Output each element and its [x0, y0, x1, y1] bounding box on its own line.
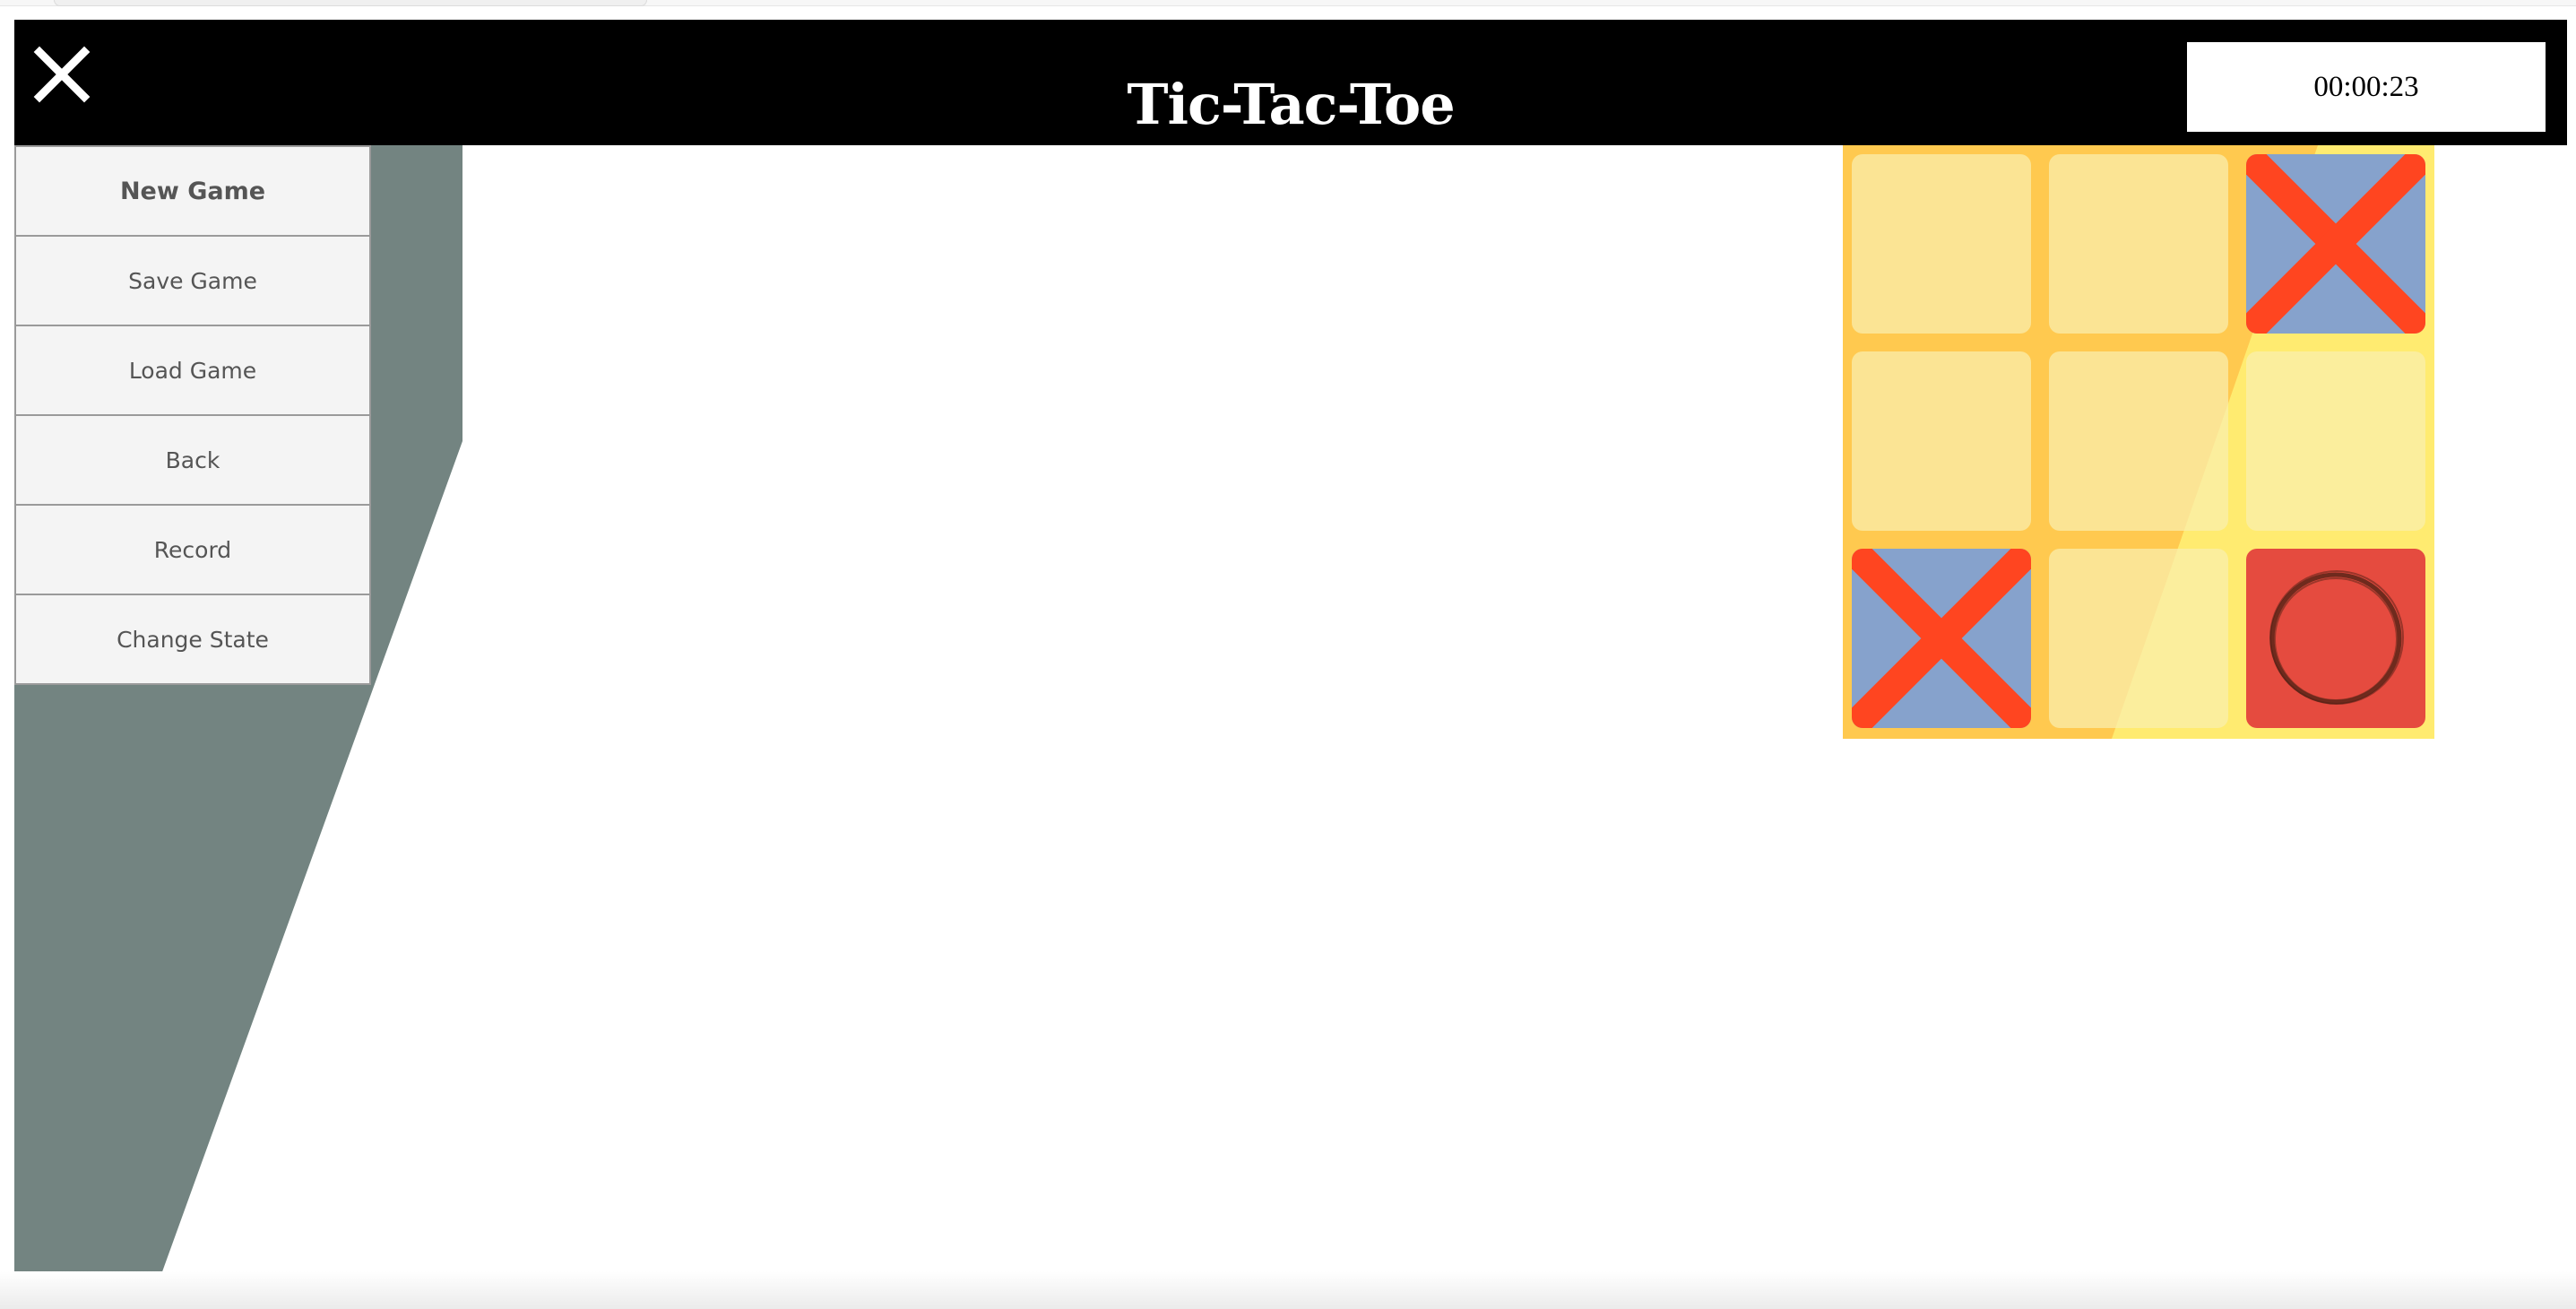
o-mark-icon	[2269, 570, 2404, 705]
x-mark-icon	[2246, 154, 2425, 334]
header-bar: Tic-Tac-Toe 00:00:23	[14, 20, 2567, 145]
browser-edge	[0, 0, 2576, 6]
board-cell-3-2[interactable]	[2049, 549, 2228, 728]
board-cell-2-2[interactable]	[2049, 351, 2228, 531]
game-menu: New Game Save Game Load Game Back Record…	[14, 145, 371, 685]
x-mark-icon	[1852, 549, 2031, 728]
page-title: Tic-Tac-Toe	[1127, 72, 1455, 137]
game-board	[1843, 145, 2434, 739]
bottom-edge	[0, 1271, 2576, 1309]
change-state-button[interactable]: Change State	[14, 594, 371, 685]
game-window: Tic-Tac-Toe 00:00:23 New Game Save Game …	[0, 0, 2576, 1309]
board-cell-2-1[interactable]	[1852, 351, 2031, 531]
board-cell-1-3[interactable]	[2246, 154, 2425, 334]
board-cell-1-1[interactable]	[1852, 154, 2031, 334]
board-cell-2-3[interactable]	[2246, 351, 2425, 531]
game-timer: 00:00:23	[2187, 42, 2546, 132]
board-cell-3-1[interactable]	[1852, 549, 2031, 728]
record-button[interactable]: Record	[14, 504, 371, 595]
browser-tab-edge	[54, 0, 647, 6]
board-cell-3-3[interactable]	[2246, 549, 2425, 728]
load-game-button[interactable]: Load Game	[14, 325, 371, 416]
new-game-button[interactable]: New Game	[14, 145, 371, 237]
board-cell-1-2[interactable]	[2049, 154, 2228, 334]
save-game-button[interactable]: Save Game	[14, 235, 371, 326]
back-button[interactable]: Back	[14, 414, 371, 506]
